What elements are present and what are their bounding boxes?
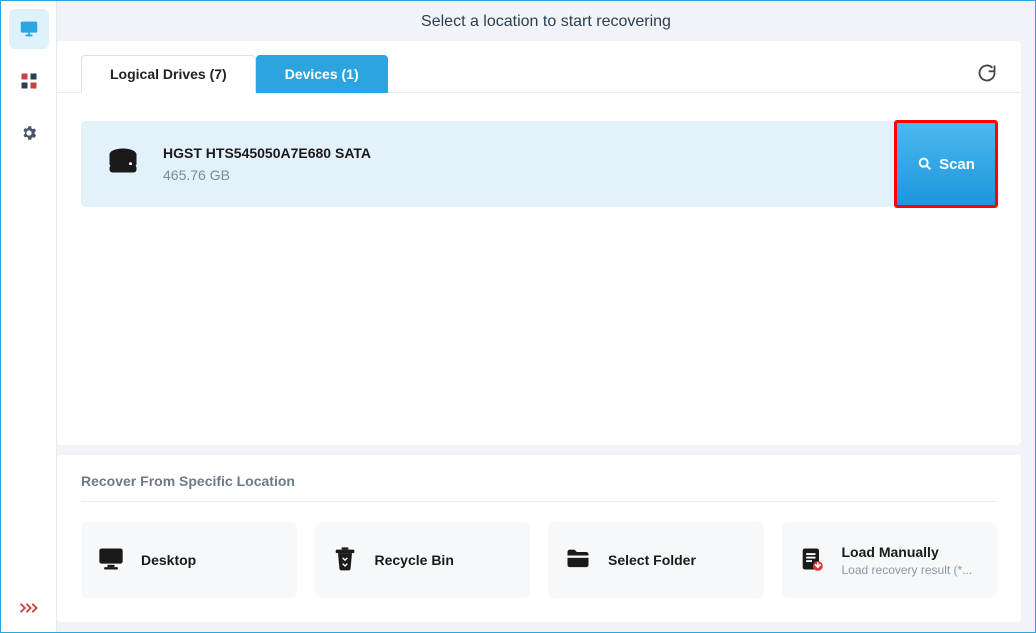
device-name: HGST HTS545050A7E680 SATA [163,145,371,161]
tile-label: Desktop [141,552,196,568]
folder-icon [564,545,594,575]
chevrons-right-icon [19,601,39,615]
tile-label: Recycle Bin [375,552,454,568]
device-row[interactable]: HGST HTS545050A7E680 SATA 465.76 GB Scan [81,121,997,207]
tabs-row: Logical Drives (7) Devices (1) [57,41,1021,93]
grid-icon [20,72,38,90]
tab-devices[interactable]: Devices (1) [256,55,388,93]
load-file-icon [798,545,828,575]
scan-label: Scan [939,156,975,173]
tab-logical-drives[interactable]: Logical Drives (7) [81,55,256,93]
tile-sublabel: Load recovery result (*... [842,563,973,577]
sidebar-expand[interactable] [9,594,49,622]
desktop-icon [97,545,127,575]
specific-location-panel: Recover From Specific Location Desktop R… [57,455,1021,622]
tile-label: Load Manually [842,544,973,560]
monitor-icon [18,18,40,40]
tile-select-folder[interactable]: Select Folder [548,522,764,598]
recycle-bin-icon [331,545,361,575]
specific-heading: Recover From Specific Location [81,473,997,502]
tiles-row: Desktop Recycle Bin Select Folder [81,522,997,598]
tile-load-manually[interactable]: Load Manually Load recovery result (*... [782,522,998,598]
device-size: 465.76 GB [163,167,371,183]
sidebar-item-settings[interactable] [9,113,49,153]
refresh-icon [977,63,997,83]
page-title: Select a location to start recovering [57,1,1035,41]
tile-recycle-bin[interactable]: Recycle Bin [315,522,531,598]
drives-panel: Logical Drives (7) Devices (1) HGST HTS5… [57,41,1021,445]
sidebar-item-grid[interactable] [9,61,49,101]
gear-icon [20,124,38,142]
device-info: HGST HTS545050A7E680 SATA 465.76 GB [163,145,371,183]
search-icon [917,156,933,172]
main-area: Select a location to start recovering Lo… [57,1,1035,632]
refresh-button[interactable] [977,63,997,88]
tile-desktop[interactable]: Desktop [81,522,297,598]
sidebar-item-recover[interactable] [9,9,49,49]
hard-drive-icon [105,144,141,185]
scan-button[interactable]: Scan [895,121,997,207]
sidebar [1,1,57,632]
tile-label: Select Folder [608,552,696,568]
